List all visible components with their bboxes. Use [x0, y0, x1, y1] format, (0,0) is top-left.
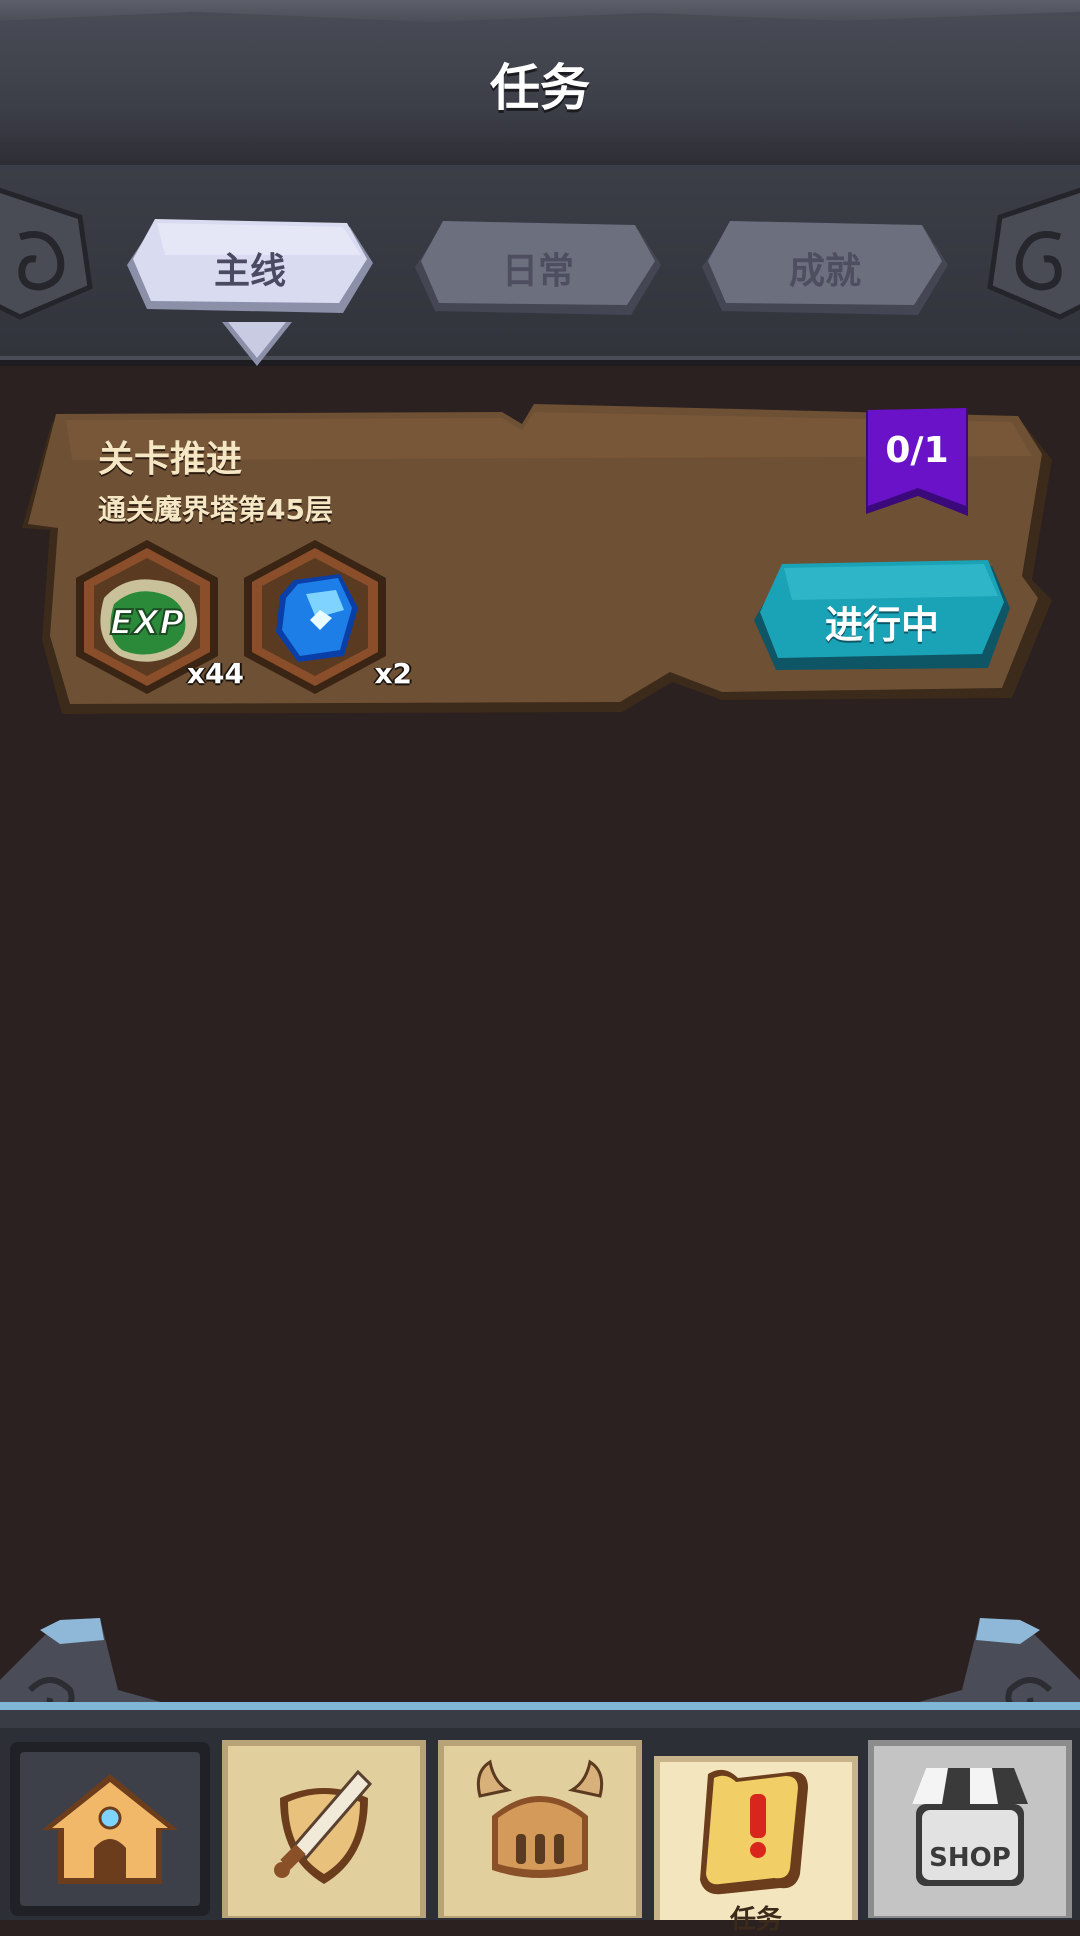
nav-battle-button[interactable]: [220, 1738, 428, 1920]
nav-equipment-button[interactable]: [436, 1738, 644, 1920]
spiral-ornament-icon: [987, 187, 1080, 320]
blue-gem-icon: [244, 540, 386, 694]
nav-home-button[interactable]: [6, 1738, 214, 1920]
nav-quest-label: 任务: [729, 1905, 782, 1935]
mission-description: 通关魔界塔第45层: [98, 493, 333, 526]
reward-exp[interactable]: EXP x44: [68, 538, 244, 696]
exp-badge-text: EXP: [110, 603, 184, 643]
page-title: 任务: [490, 59, 590, 117]
nav-shop-bg: SHOP: [868, 1740, 1072, 1918]
reward-gem[interactable]: x2: [236, 538, 412, 696]
nav-shop-button[interactable]: SHOP: [866, 1738, 1074, 1920]
tab-main-quest-label: 主线: [213, 250, 286, 292]
tab-achievements[interactable]: 成就: [700, 215, 950, 320]
header-bar: 任务: [0, 0, 1080, 171]
tab-daily[interactable]: 日常: [413, 215, 663, 320]
nav-home-bg: [10, 1742, 210, 1916]
bottom-navigation: 任务 SHOP: [0, 1728, 1080, 1935]
mission-card: 关卡推进 通关魔界塔第45层 0/1 EXP x44 x2 进行中: [22, 400, 1062, 720]
mission-progress: 0/1: [885, 430, 949, 471]
nav-stone-frame: [0, 1618, 1080, 1730]
shop-badge-text: SHOP: [929, 1843, 1011, 1873]
header-stone-rim: [0, 0, 1080, 23]
active-tab-pointer: [222, 322, 292, 366]
tab-achievements-label: 成就: [788, 250, 861, 292]
tab-bar: 主线 日常 成就: [0, 165, 1080, 366]
quest-scroll-icon: [700, 1769, 808, 1895]
nav-battle-bg: [222, 1740, 426, 1918]
spiral-ornament-icon: [0, 187, 93, 320]
mission-status-label: 进行中: [824, 603, 939, 647]
shop-icon: SHOP: [912, 1768, 1028, 1886]
reward-gem-quantity: x2: [374, 657, 412, 690]
nav-quest-button[interactable]: 任务: [652, 1754, 860, 1936]
tab-daily-label: 日常: [501, 250, 574, 292]
progress-flag: 0/1: [862, 408, 972, 516]
nav-equipment-bg: [438, 1740, 642, 1918]
mission-title: 关卡推进: [98, 439, 243, 480]
nav-quest-bg: [654, 1756, 858, 1920]
tab-main-quest[interactable]: 主线: [125, 215, 375, 320]
mission-status-button[interactable]: 进行中: [752, 558, 1012, 674]
